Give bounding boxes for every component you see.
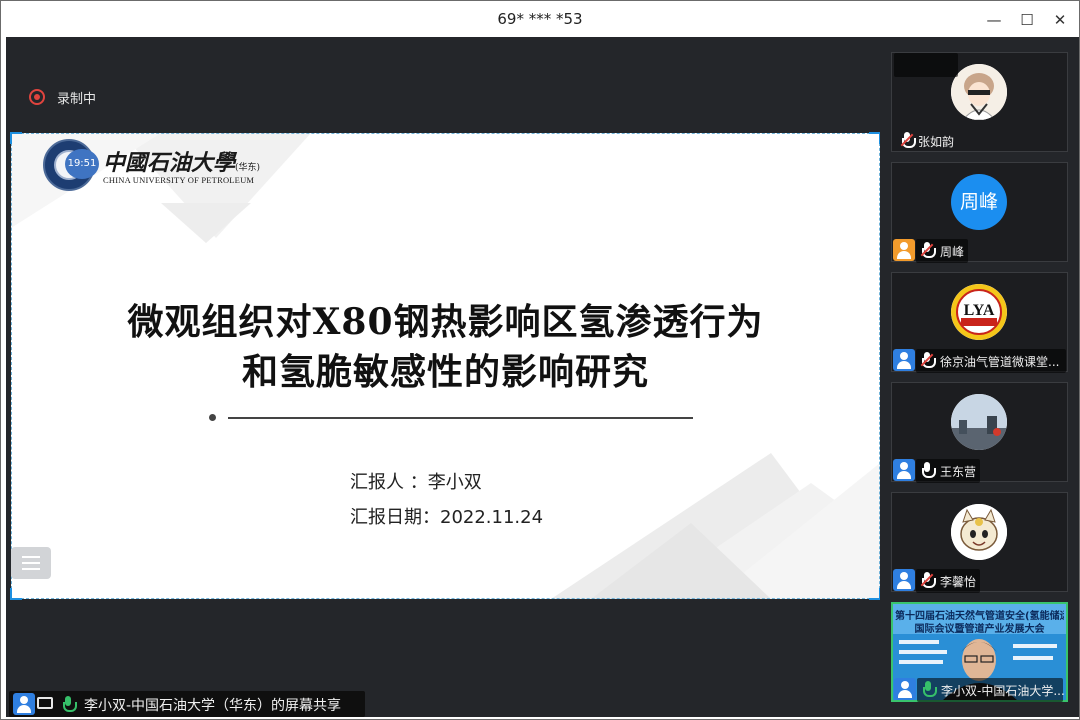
mic-active-icon	[63, 696, 77, 712]
user-icon	[893, 459, 915, 481]
participant-tile[interactable]: 张如韵	[891, 52, 1068, 152]
slide-title-line-1: 微观组织对X80钢热影响区氢渗透行为	[127, 301, 764, 343]
participant-label-bg	[894, 53, 958, 77]
user-icon	[893, 239, 915, 261]
maximize-button[interactable]: ☐	[1012, 7, 1042, 33]
participant-name: 王东营	[940, 465, 977, 479]
logo-english-text: CHINA UNIVERSITY OF PETROLEUM	[103, 175, 255, 185]
close-button[interactable]: ✕	[1045, 7, 1075, 33]
slide-menu-button[interactable]	[11, 547, 51, 579]
share-owner-label: 李小双-中国石油大学（华东）的屏幕共享	[84, 698, 342, 714]
participant-tile[interactable]: 王东营	[891, 382, 1068, 483]
mic-on-icon	[922, 462, 936, 478]
participant-name: 李小双-中国石油大学...	[941, 684, 1065, 698]
participant-tile[interactable]: 周峰 周峰	[891, 162, 1068, 263]
clock-badge: 19:51	[65, 149, 99, 179]
record-icon[interactable]	[29, 89, 45, 105]
user-icon	[893, 569, 915, 591]
participant-name: 周峰	[940, 245, 965, 259]
cartoon-cat-avatar	[951, 504, 1007, 560]
window-title: 69* *** *53	[497, 10, 583, 28]
slide-title-line-2: 和氢脆敏感性的影响研究	[241, 351, 649, 393]
shared-screen-stage: 录制中 19:51 中國石油大學(华东) CHINA UNIVERSITY OF…	[6, 37, 881, 717]
participant-name: 张如韵	[918, 135, 955, 149]
logo-cn-main: 中國石油大學	[103, 150, 236, 176]
screen-share-icon	[37, 697, 53, 709]
user-icon	[13, 693, 35, 715]
video-banner-line-2: 国际会议暨管道产业发展大会	[914, 624, 1045, 635]
presentation-slide: 19:51 中國石油大學(华东) CHINA UNIVERSITY OF PET…	[11, 133, 880, 599]
text-avatar: 周峰	[951, 174, 1007, 230]
logo-cn-suffix: (华东)	[235, 163, 261, 173]
logo-chinese-text: 中國石油大學(华东)	[103, 145, 260, 177]
divider-dot	[209, 414, 216, 421]
recording-bar: 录制中	[6, 37, 880, 133]
date-text: 汇报日期：2022.11.24	[350, 507, 544, 528]
title-bar: 69* *** *53 — ☐ ✕	[1, 1, 1079, 37]
participant-tile-active-speaker[interactable]: 第十四届石油天然气管道安全(氢能储运) 国际会议暨管道产业发展大会 李小双-中国…	[891, 602, 1068, 702]
lya-logo-avatar: LYA	[951, 284, 1007, 340]
participant-name: 李馨怡	[940, 575, 977, 589]
user-icon	[893, 349, 915, 371]
svg-text:LYA: LYA	[964, 302, 995, 319]
university-logo: 19:51 中國石油大學(华东) CHINA UNIVERSITY OF PET…	[43, 139, 283, 191]
reporter-text: 汇报人 ：李小双	[350, 472, 482, 493]
recording-label: 录制中	[57, 92, 97, 107]
participants-panel: 张如韵 周峰 周峰 LYA 徐京油气管道微课堂... 王东营 李馨怡 第十四届石…	[880, 37, 1079, 717]
share-owner-pill: 李小双-中国石油大学（华东）的屏幕共享	[9, 691, 365, 717]
participant-tile[interactable]: 李馨怡	[891, 492, 1068, 593]
mic-speaking-icon	[923, 681, 937, 697]
user-icon	[894, 678, 916, 700]
cartoon-girl-avatar	[951, 64, 1007, 120]
participant-tile[interactable]: LYA 徐京油气管道微课堂...	[891, 272, 1068, 373]
minimize-button[interactable]: —	[979, 7, 1009, 33]
divider-line	[228, 417, 693, 419]
landscape-photo-avatar	[951, 394, 1007, 450]
meeting-window: 69* *** *53 — ☐ ✕ 录制中 19:51 中國石油大學(华东) C…	[0, 0, 1080, 720]
share-status-bar: 李小双-中国石油大学（华东）的屏幕共享	[6, 689, 880, 717]
participant-name: 徐京油气管道微课堂...	[940, 355, 1060, 369]
